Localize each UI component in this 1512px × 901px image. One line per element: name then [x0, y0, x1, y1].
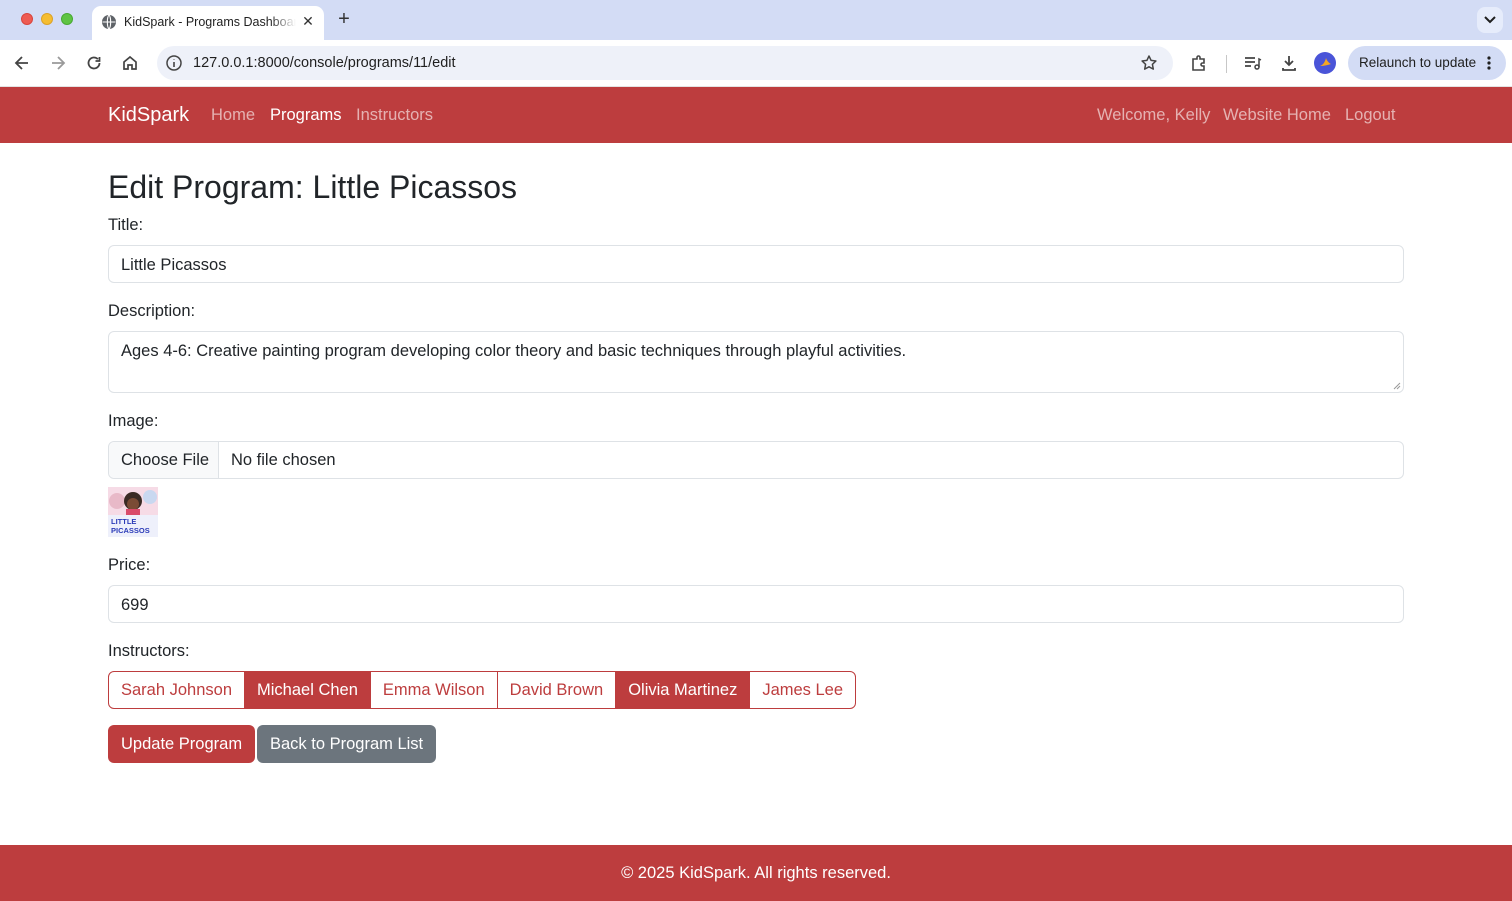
home-icon[interactable] — [120, 53, 140, 73]
svg-text:PICASSOS: PICASSOS — [111, 526, 150, 535]
nav-home[interactable]: Home — [211, 105, 255, 125]
instructor-toggle-sarah-johnson[interactable]: Sarah Johnson — [108, 671, 245, 709]
instructors-label: Instructors: — [108, 642, 190, 660]
site-info-icon[interactable] — [165, 54, 183, 72]
instructor-toggle-michael-chen[interactable]: Michael Chen — [244, 671, 371, 709]
globe-icon — [102, 14, 116, 30]
nav-programs[interactable]: Programs — [270, 105, 342, 125]
footer-copyright: © 2025 KidSpark. All rights reserved. — [621, 864, 891, 882]
title-input[interactable]: Little Picassos — [108, 245, 1404, 283]
bookmark-star-icon[interactable] — [1140, 54, 1158, 72]
resize-grip-icon[interactable] — [1393, 382, 1401, 390]
profile-avatar[interactable] — [1314, 52, 1336, 74]
forward-arrow-icon[interactable] — [48, 53, 68, 73]
choose-file-button[interactable]: Choose File — [109, 442, 219, 478]
relaunch-label: Relaunch to update — [1359, 55, 1477, 70]
price-input[interactable]: 699 — [108, 585, 1404, 623]
browser-toolbar: 127.0.0.1:8000/console/programs/11/edit … — [0, 40, 1512, 87]
price-input-value: 699 — [121, 596, 149, 614]
extensions-puzzle-icon[interactable] — [1189, 53, 1209, 73]
new-tab-icon[interactable]: + — [334, 9, 354, 29]
media-controls-icon[interactable] — [1242, 53, 1262, 73]
nav-website-home[interactable]: Website Home — [1223, 105, 1331, 125]
image-label: Image: — [108, 412, 159, 430]
brand-logo[interactable]: KidSpark — [108, 103, 189, 127]
file-status-text: No file chosen — [231, 451, 336, 469]
svg-text:LITTLE: LITTLE — [111, 517, 136, 526]
nav-welcome-user[interactable]: Welcome, Kelly — [1097, 105, 1210, 125]
relaunch-to-update-button[interactable]: Relaunch to update — [1348, 46, 1506, 80]
nav-logout[interactable]: Logout — [1345, 105, 1395, 125]
more-vertical-icon — [1487, 56, 1491, 70]
back-to-program-list-button[interactable]: Back to Program List — [257, 725, 437, 763]
instructor-toggle-david-brown[interactable]: David Brown — [496, 671, 617, 709]
page-title: Edit Program: Little Picassos — [108, 169, 518, 205]
update-program-button[interactable]: Update Program — [108, 725, 256, 763]
toolbar-divider — [1226, 55, 1227, 73]
instructor-toggle-james-lee[interactable]: James Lee — [749, 671, 857, 709]
address-bar[interactable]: 127.0.0.1:8000/console/programs/11/edit — [157, 46, 1173, 80]
description-textarea[interactable]: Ages 4-6: Creative painting program deve… — [108, 331, 1404, 393]
browser-tab-active[interactable]: KidSpark - Programs Dashboard ✕ — [92, 6, 324, 40]
profile-bird-icon — [1320, 58, 1331, 66]
description-label: Description: — [108, 302, 196, 320]
title-input-value: Little Picassos — [121, 256, 227, 274]
tab-title: KidSpark - Programs Dashboard — [124, 15, 296, 29]
tab-close-icon[interactable]: ✕ — [299, 12, 317, 30]
tab-search-button[interactable] — [1477, 7, 1503, 33]
image-file-input[interactable]: Choose File No file chosen — [108, 441, 1404, 479]
instructor-toggle-olivia-martinez[interactable]: Olivia Martinez — [615, 671, 751, 709]
program-image-thumbnail: LITTLE PICASSOS — [108, 487, 158, 537]
window-close-button[interactable] — [21, 13, 33, 25]
chevron-down-icon — [1484, 16, 1496, 24]
choose-file-label: Choose File — [121, 451, 210, 469]
site-footer: © 2025 KidSpark. All rights reserved. — [0, 845, 1512, 901]
reload-icon[interactable] — [84, 53, 104, 73]
instructor-toggle-emma-wilson[interactable]: Emma Wilson — [369, 671, 498, 709]
download-icon[interactable] — [1279, 53, 1299, 73]
instructors-toggle-group: Sarah Johnson Michael Chen Emma Wilson D… — [108, 671, 857, 709]
price-label: Price: — [108, 556, 151, 574]
program-thumbnail-art: LITTLE PICASSOS — [108, 487, 158, 537]
nav-instructors[interactable]: Instructors — [356, 105, 433, 125]
browser-tab-strip: KidSpark - Programs Dashboard ✕ + — [0, 0, 1512, 40]
window-zoom-button[interactable] — [61, 13, 73, 25]
url-text: 127.0.0.1:8000/console/programs/11/edit — [193, 55, 456, 71]
back-arrow-icon[interactable] — [12, 53, 32, 73]
site-navbar: KidSpark Home Programs Instructors Welco… — [0, 87, 1512, 143]
description-value: Ages 4-6: Creative painting program deve… — [121, 342, 907, 360]
title-label: Title: — [108, 216, 144, 234]
window-minimize-button[interactable] — [41, 13, 53, 25]
